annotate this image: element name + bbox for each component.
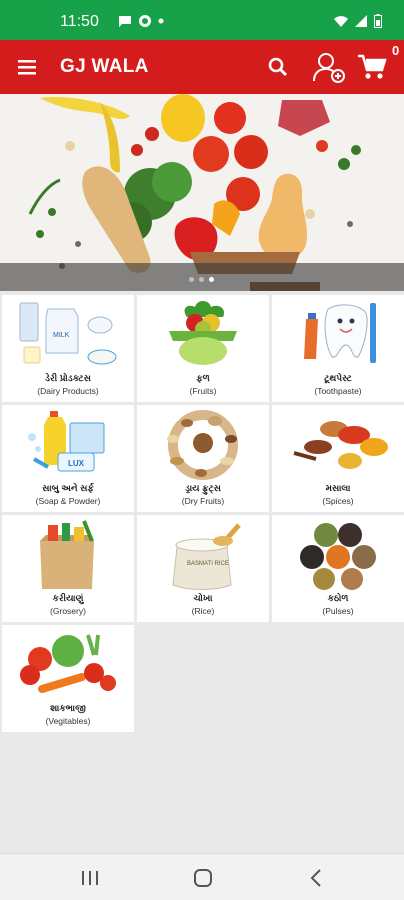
- wifi-icon: [334, 16, 348, 27]
- dairy-products-image: MILK: [19, 302, 117, 365]
- sync-icon: [139, 15, 151, 27]
- banner-image: [0, 94, 404, 291]
- notification-icons: [118, 14, 164, 28]
- category-name: ફળ: [196, 373, 210, 383]
- category-subtitle: (Vegitables): [45, 716, 91, 726]
- cart-icon[interactable]: [357, 53, 387, 81]
- category-subtitle: (Grosery): [50, 606, 86, 616]
- category-spices[interactable]: મસાલા (Spices): [272, 405, 404, 512]
- slide-dot[interactable]: [189, 277, 194, 282]
- category-subtitle: (Rice): [191, 606, 215, 616]
- app-bar: GJ WALA 0: [0, 40, 404, 94]
- grosery-image: [40, 520, 94, 589]
- home-icon[interactable]: [193, 868, 213, 888]
- slide-dot-active[interactable]: [209, 277, 214, 282]
- recents-icon[interactable]: [80, 870, 100, 886]
- spices-image: [293, 421, 388, 469]
- category-subtitle: (Toothpaste): [314, 386, 362, 396]
- category-subtitle: (Pulses): [322, 606, 354, 616]
- category-subtitle: (Spices): [322, 496, 354, 506]
- category-name: શાકભાજી: [50, 703, 86, 713]
- category-dry-fruits[interactable]: ડ્રાય ફ્રુટ્સ (Dry Fruits): [137, 405, 269, 512]
- system-nav-bar: [0, 853, 404, 900]
- category-subtitle: (Dry Fruits): [181, 496, 225, 506]
- dry-fruits-image: [167, 410, 238, 480]
- category-toothpaste[interactable]: ટૂથપેસ્ટ (Toothpaste): [272, 295, 404, 402]
- status-bar: 11:50: [0, 0, 404, 40]
- category-rice[interactable]: BASMATI RICE ચોખા (Rice): [137, 515, 269, 622]
- pulses-image: [300, 523, 376, 590]
- soap-label: LUX: [68, 459, 85, 468]
- category-dairy-products[interactable]: MILK ડેરી પ્રોડક્ટસ (Dairy Products): [2, 295, 134, 402]
- category-subtitle: (Soap & Powder): [35, 496, 101, 506]
- category-name: ડ્રાય ફ્રુટ્સ: [185, 483, 221, 493]
- signal-icon: [355, 15, 367, 27]
- dot-icon: [158, 18, 164, 24]
- milk-label: MILK: [53, 332, 70, 339]
- status-time: 11:50: [60, 13, 99, 30]
- category-subtitle: (Fruits): [189, 386, 217, 396]
- soap-powder-image: LUX: [28, 411, 105, 472]
- message-icon: [119, 16, 131, 27]
- app-title: GJ WALA: [60, 56, 149, 77]
- category-grosery[interactable]: કરીયાણું (Grosery): [2, 515, 134, 622]
- category-name: મસાલા: [325, 483, 351, 493]
- fruits-image: [169, 301, 237, 365]
- cart-count-badge: 0: [392, 43, 400, 58]
- system-icons: [334, 14, 382, 28]
- toothpaste-image: [304, 303, 376, 363]
- category-grid: MILK ડેરી પ્રોડક્ટસ (Dairy Products) ફળ …: [2, 295, 404, 732]
- rice-image: BASMATI RICE: [172, 523, 241, 590]
- category-subtitle: (Dairy Products): [37, 386, 99, 396]
- rice-bag-label: BASMATI RICE: [187, 561, 229, 567]
- category-name: ડેરી પ્રોડક્ટસ: [45, 373, 91, 383]
- promo-banner[interactable]: [0, 94, 404, 291]
- slide-indicator: [189, 277, 214, 282]
- add-user-icon[interactable]: [311, 49, 347, 85]
- vegitables-image: [20, 634, 116, 693]
- menu-icon[interactable]: [16, 56, 38, 78]
- category-vegitables[interactable]: શાકભાજી (Vegitables): [2, 625, 134, 732]
- category-name: સાબુ અને સર્ફ: [42, 483, 94, 493]
- banner-indicator-strip: [0, 263, 404, 291]
- category-name: ચોખા: [193, 593, 213, 603]
- slide-dot[interactable]: [199, 277, 204, 282]
- category-pulses[interactable]: કઠોળ (Pulses): [272, 515, 404, 622]
- category-name: ટૂથપેસ્ટ: [324, 373, 352, 383]
- search-icon[interactable]: [266, 55, 290, 79]
- category-name: કરીયાણું: [52, 593, 84, 603]
- back-icon[interactable]: [308, 868, 324, 888]
- category-fruits[interactable]: ફળ (Fruits): [137, 295, 269, 402]
- category-soap-powder[interactable]: LUX સાબુ અને સર્ફ (Soap & Powder): [2, 405, 134, 512]
- category-name: કઠોળ: [327, 593, 349, 603]
- battery-icon: [374, 14, 382, 28]
